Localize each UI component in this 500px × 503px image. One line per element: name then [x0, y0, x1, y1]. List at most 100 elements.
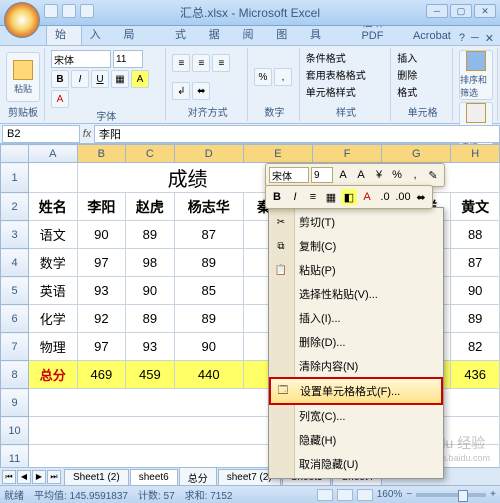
row-1[interactable]: 1: [1, 163, 29, 193]
bold-button[interactable]: B: [51, 70, 69, 88]
col-B[interactable]: B: [77, 145, 126, 163]
zoom-in-icon[interactable]: +: [490, 489, 496, 500]
maximize-button[interactable]: ▢: [450, 4, 472, 18]
cells-insert-button[interactable]: 插入: [397, 50, 417, 65]
align-right-icon[interactable]: ≡: [212, 54, 230, 72]
qat-save-icon[interactable]: [44, 4, 58, 18]
mini-currency-icon[interactable]: ¥: [371, 167, 387, 183]
font-name[interactable]: [51, 50, 111, 68]
ctx-paste-special[interactable]: 选择性粘贴(V)...: [269, 282, 443, 306]
mini-decimal-inc-icon[interactable]: .0: [377, 189, 393, 205]
status-avg: 平均值: 145.9591837: [34, 487, 128, 502]
minimize-button[interactable]: ─: [426, 4, 448, 18]
col-C[interactable]: C: [126, 145, 175, 163]
cell[interactable]: 黄文: [451, 193, 500, 221]
cell[interactable]: 李阳: [77, 193, 126, 221]
align-left-icon[interactable]: ≡: [172, 54, 190, 72]
col-D[interactable]: D: [174, 145, 243, 163]
sheet-tab[interactable]: sheet6: [130, 469, 178, 485]
close-button[interactable]: ✕: [474, 4, 496, 18]
close-doc-icon[interactable]: ✕: [485, 32, 494, 45]
formula-input[interactable]: [94, 125, 500, 143]
ctx-insert[interactable]: 插入(I)...: [269, 306, 443, 330]
tab-first-icon[interactable]: ⏮: [2, 470, 16, 484]
ctx-unhide[interactable]: 取消隐藏(U): [269, 452, 443, 476]
table-format-button[interactable]: 套用表格格式: [306, 67, 366, 82]
paste-icon: 📋: [273, 262, 289, 278]
view-normal-icon[interactable]: [317, 489, 333, 501]
paste-button[interactable]: 粘贴: [6, 52, 40, 102]
percent-icon[interactable]: %: [254, 68, 272, 86]
mini-bold-icon[interactable]: B: [269, 189, 285, 205]
mini-grow-icon[interactable]: A: [335, 167, 351, 183]
merge-icon[interactable]: ⬌: [192, 82, 210, 100]
cells-format-button[interactable]: 格式: [397, 84, 417, 99]
mini-font-size[interactable]: [311, 167, 333, 183]
cell[interactable]: 赵虎: [126, 193, 175, 221]
mini-paint-icon[interactable]: ✎: [425, 167, 441, 183]
cond-format-button[interactable]: 条件格式: [306, 50, 346, 65]
cell-styles-button[interactable]: 单元格样式: [306, 84, 356, 99]
ctx-copy[interactable]: ⧉复制(C): [269, 234, 443, 258]
mini-comma-icon[interactable]: ,: [407, 167, 423, 183]
cell[interactable]: 杨志华: [174, 193, 243, 221]
ctx-cut[interactable]: ✂剪切(T): [269, 210, 443, 234]
col-G[interactable]: G: [382, 145, 451, 163]
tab-last-icon[interactable]: ⏭: [47, 470, 61, 484]
font-size[interactable]: [113, 50, 143, 68]
mini-decimal-dec-icon[interactable]: .00: [395, 189, 411, 205]
ribbon-tabs: 开始 插入 页面布局 公式 数据 审阅 视图 开发工具 福昕PDF Acroba…: [0, 26, 500, 46]
scissors-icon: ✂: [273, 214, 289, 230]
min-ribbon-icon[interactable]: ─: [471, 32, 479, 45]
mini-italic-icon[interactable]: I: [287, 189, 303, 205]
help-icon[interactable]: ?: [459, 32, 465, 45]
select-all-corner[interactable]: [1, 145, 29, 163]
mini-font-name[interactable]: [269, 167, 309, 183]
qat-undo-icon[interactable]: [62, 4, 76, 18]
col-A[interactable]: A: [29, 145, 78, 163]
sheet-tab[interactable]: Sheet1 (2): [64, 469, 129, 485]
mini-fill-icon[interactable]: ◧: [341, 189, 357, 205]
zoom-slider[interactable]: [416, 493, 486, 497]
name-box[interactable]: [2, 125, 80, 143]
mini-merge-icon[interactable]: ⬌: [413, 189, 429, 205]
ctx-format-cells[interactable]: 🗔设置单元格格式(F)...: [270, 378, 442, 404]
tab-acrobat[interactable]: Acrobat: [405, 27, 459, 45]
ctx-paste[interactable]: 📋粘贴(P): [269, 258, 443, 282]
ctx-column-width[interactable]: 列宽(C)...: [269, 404, 443, 428]
mini-percent-icon[interactable]: %: [389, 167, 405, 183]
ctx-delete[interactable]: 删除(D)...: [269, 330, 443, 354]
ctx-clear[interactable]: 清除内容(N): [269, 354, 443, 378]
align-center-icon[interactable]: ≡: [192, 54, 210, 72]
border-button[interactable]: ▦: [111, 70, 129, 88]
comma-icon[interactable]: ,: [274, 68, 292, 86]
sheet-tab[interactable]: 总分: [179, 467, 217, 487]
zoom-out-icon[interactable]: −: [406, 489, 412, 500]
mini-align-icon[interactable]: ≡: [305, 189, 321, 205]
qat-redo-icon[interactable]: [80, 4, 94, 18]
cells-delete-button[interactable]: 删除: [397, 67, 417, 82]
mini-fontcolor-icon[interactable]: A: [359, 189, 375, 205]
sort-filter-button[interactable]: 排序和筛选: [459, 50, 493, 100]
cell[interactable]: 姓名: [29, 193, 78, 221]
tab-prev-icon[interactable]: ◀: [17, 470, 31, 484]
fill-color-button[interactable]: A: [131, 70, 149, 88]
col-E[interactable]: E: [243, 145, 312, 163]
font-color-button[interactable]: A: [51, 90, 69, 108]
col-F[interactable]: F: [313, 145, 382, 163]
tab-next-icon[interactable]: ▶: [32, 470, 46, 484]
zoom-level[interactable]: 160%: [377, 489, 403, 500]
status-bar: 就绪 平均值: 145.9591837 计数: 57 求和: 7152 160%…: [0, 485, 500, 503]
row-2[interactable]: 2: [1, 193, 29, 221]
italic-button[interactable]: I: [71, 70, 89, 88]
view-layout-icon[interactable]: [337, 489, 353, 501]
office-button[interactable]: [4, 2, 40, 38]
wrap-text-icon[interactable]: ↲: [172, 82, 190, 100]
ctx-hide[interactable]: 隐藏(H): [269, 428, 443, 452]
mini-border-icon[interactable]: ▦: [323, 189, 339, 205]
mini-shrink-icon[interactable]: A: [353, 167, 369, 183]
col-H[interactable]: H: [451, 145, 500, 163]
fx-icon[interactable]: fx: [80, 128, 94, 140]
view-break-icon[interactable]: [357, 489, 373, 501]
underline-button[interactable]: U: [91, 70, 109, 88]
